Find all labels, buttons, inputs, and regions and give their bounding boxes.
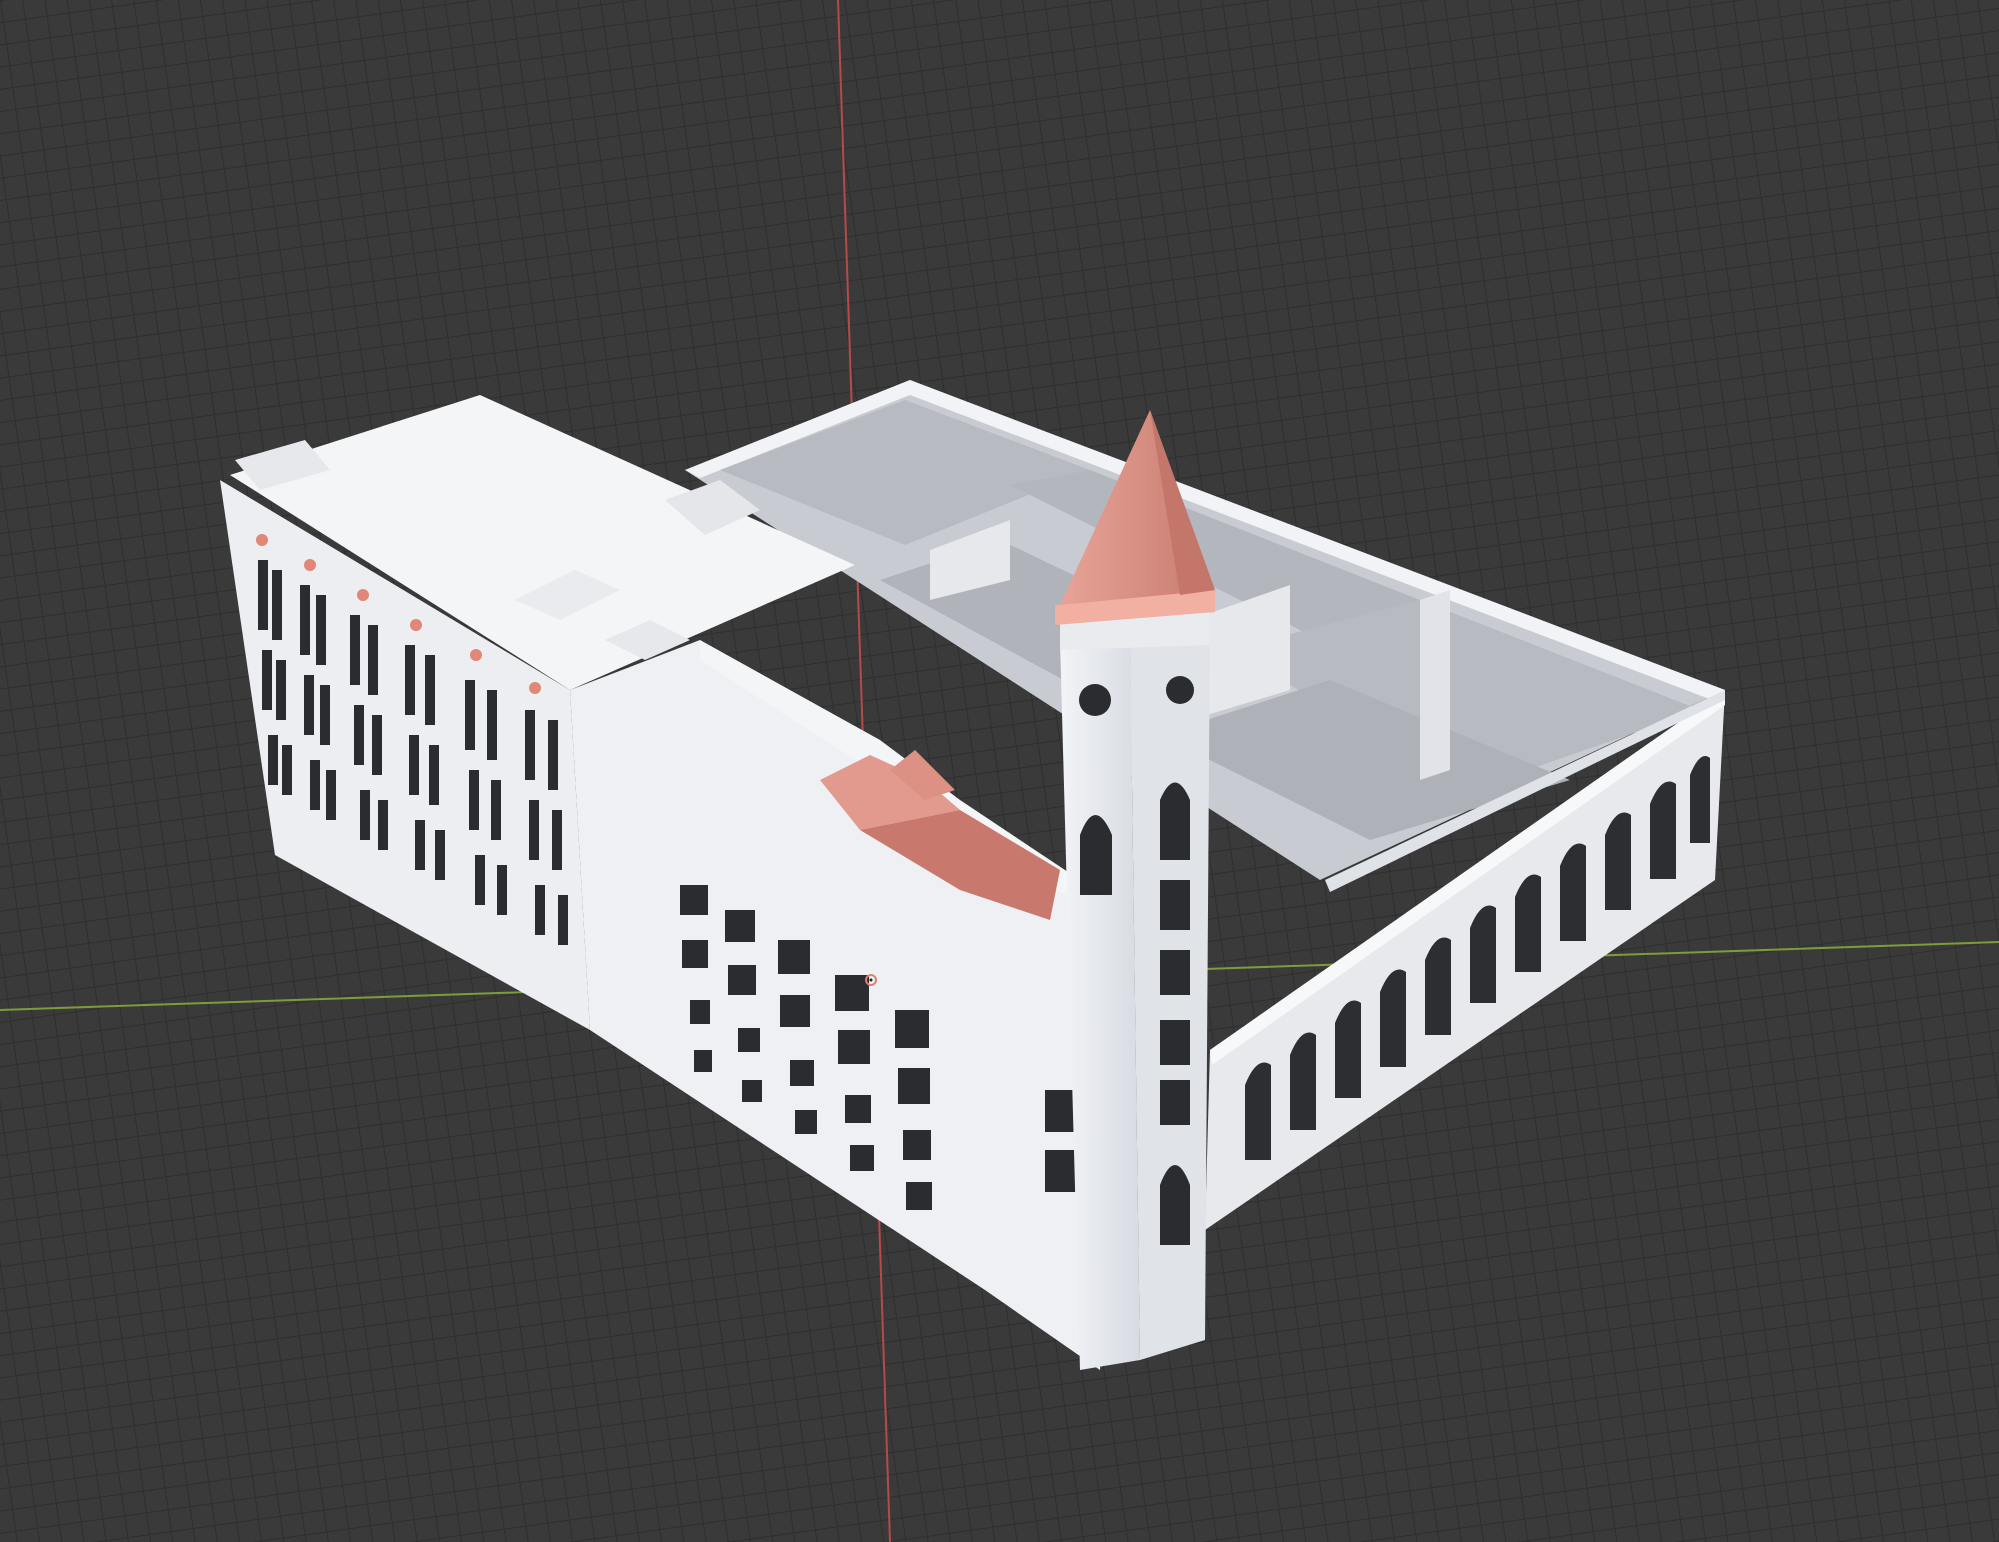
courtyard-wall-3	[1420, 590, 1450, 780]
viewport-canvas[interactable]	[0, 0, 1999, 1542]
3d-viewport[interactable]	[0, 0, 1999, 1542]
